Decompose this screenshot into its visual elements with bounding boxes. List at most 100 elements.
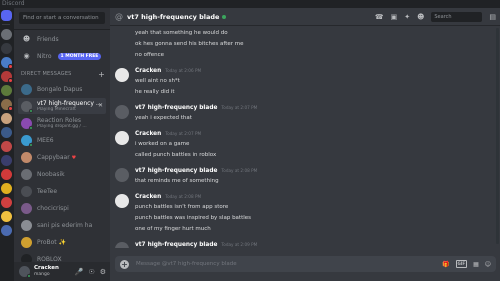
message-author[interactable]: Cracken [135, 131, 161, 137]
headphones-icon[interactable]: ☉ [88, 268, 94, 276]
author-avatar[interactable] [115, 131, 129, 145]
video-call-icon[interactable]: ▣ [391, 13, 398, 21]
dm-item[interactable]: vt7 high-frequency bla...Playing Minecra… [18, 98, 106, 114]
user-avatar[interactable] [19, 266, 31, 278]
username: Cracken [34, 265, 59, 271]
dm-name: Bongalo Dapus [37, 85, 83, 93]
dm-text: MEE6 [37, 137, 54, 144]
avatar [21, 185, 32, 197]
server-icon[interactable] [1, 155, 12, 166]
settings-gear-icon[interactable]: ⚙ [100, 268, 106, 276]
chat-header: @ vt7 high-frequency blade ☎ ▣ ✦ ☻ Searc… [110, 8, 500, 26]
server-icon[interactable] [1, 183, 12, 194]
dm-text: Bongalo Dapus [37, 86, 82, 93]
author-avatar[interactable] [115, 68, 129, 82]
server-icon[interactable] [1, 85, 12, 96]
close-icon[interactable]: ✕ [98, 102, 103, 109]
emoji-icon[interactable]: ☺ [485, 261, 491, 268]
avatar [21, 151, 32, 163]
message-text: ok hes gonna send his bitches after me [135, 41, 244, 47]
server-icon[interactable] [1, 43, 12, 54]
message-list: yeah that something he would do ok hes go… [110, 26, 500, 248]
window-title: Discord [2, 0, 25, 7]
window-titlebar: Discord [0, 0, 500, 8]
server-list-divider [2, 24, 10, 25]
mute-mic-icon[interactable]: 🎤 [75, 268, 84, 276]
message-text: i worked on a game [135, 141, 190, 147]
friends-label: Friends [37, 36, 59, 43]
message-composer[interactable]: + Message @vt7 high-frequency blade 🎁 GI… [115, 256, 496, 272]
at-mention-icon: @ [115, 12, 123, 21]
dm-item[interactable]: ProBot ✨ [18, 234, 106, 250]
pin-icon[interactable]: ✦ [404, 13, 410, 21]
server-icon[interactable] [1, 225, 12, 236]
message-author[interactable]: vt7 high-frequency blade [135, 105, 217, 111]
message-text: well aint no sh*t [135, 78, 180, 84]
channel-title: vt7 high-frequency blade [127, 12, 220, 21]
search-input[interactable]: Search [431, 11, 483, 22]
sticker-icon[interactable]: ▦ [473, 261, 479, 268]
dm-item[interactable]: sani pis ederim ha [18, 217, 106, 233]
author-avatar[interactable] [115, 194, 129, 208]
nitro-label: Nitro [37, 53, 52, 60]
discord-app: Discord Find or start a conversation ☻ F… [0, 0, 500, 281]
user-info[interactable]: Cracken mango [34, 265, 59, 278]
dm-item[interactable]: Reaction Roles Playing dropint.gg ∕ ... [18, 115, 106, 131]
author-avatar[interactable] [115, 242, 129, 248]
add-friend-icon[interactable]: ☻ [417, 13, 424, 21]
message-header: vt7 high-frequency blade Today at 2:07 PM [135, 105, 257, 111]
server-icon[interactable] [1, 127, 12, 138]
find-conversation-input[interactable]: Find or start a conversation [19, 12, 105, 24]
dm-item[interactable]: TeeTee [18, 183, 106, 199]
gif-icon[interactable]: GIF [455, 260, 468, 268]
discord-home-icon[interactable] [1, 10, 12, 21]
server-icon[interactable] [1, 57, 13, 69]
message-timestamp: Today at 2:07 PM [221, 105, 258, 110]
message-input[interactable]: Message @vt7 high-frequency blade [136, 261, 237, 267]
dm-activity: Playing dropint.gg ∕ ... [37, 124, 87, 129]
dm-text: ProBot ✨ [37, 239, 66, 246]
dm-name: chocicrispi [37, 204, 69, 212]
dm-item[interactable]: chocicrispi [18, 200, 106, 216]
dm-item[interactable]: Noobasik [18, 166, 106, 182]
avatar [21, 134, 33, 147]
gift-icon[interactable]: 🎁 [442, 261, 449, 268]
message-header: Cracken Today at 2:08 PM [135, 194, 201, 200]
dm-name: sani pis ederim ha [37, 221, 93, 229]
scrollbar[interactable] [496, 28, 499, 244]
server-icon[interactable] [1, 141, 12, 152]
dm-item[interactable]: Bongalo Dapus [18, 81, 106, 97]
message-author[interactable]: Cracken [135, 68, 161, 74]
friends-icon: ☻ [22, 35, 31, 43]
server-icon[interactable] [1, 99, 13, 111]
message-timestamp: Today at 2:06 PM [165, 68, 202, 73]
nitro-nav-item[interactable]: ◉ Nitro 1 MONTH FREE [18, 49, 106, 64]
message-header: Cracken Today at 2:07 PM [135, 131, 201, 137]
message-author[interactable]: vt7 high-frequency blade [135, 168, 217, 174]
server-icon[interactable] [1, 29, 12, 40]
dm-name: TeeTee [37, 187, 58, 195]
message-author[interactable]: Cracken [135, 194, 161, 200]
message-author[interactable]: vt7 high-frequency blade [135, 242, 217, 248]
author-avatar[interactable] [115, 168, 129, 182]
header-toolbar: ☎ ▣ ✦ ☻ Search ▤ [375, 11, 500, 22]
friends-nav-item[interactable]: ☻ Friends [18, 32, 106, 47]
author-avatar[interactable] [115, 105, 129, 119]
server-icon[interactable] [1, 211, 12, 222]
dm-item[interactable]: MEE6 [18, 132, 106, 148]
server-icon[interactable] [1, 113, 12, 124]
message-timestamp: Today at 2:09 PM [221, 242, 258, 247]
avatar [21, 83, 32, 95]
inbox-icon[interactable]: ▤ [489, 13, 496, 21]
notification-badge [8, 64, 13, 69]
server-icon[interactable] [1, 71, 13, 83]
server-icon[interactable] [1, 169, 12, 180]
attach-plus-icon[interactable]: + [120, 259, 129, 269]
dm-text: chocicrispi [37, 205, 69, 212]
create-dm-plus-icon[interactable]: + [98, 70, 105, 79]
dm-item[interactable]: Cappybaar ♥ [18, 149, 106, 165]
online-status-icon [29, 125, 33, 130]
voice-call-icon[interactable]: ☎ [375, 13, 384, 21]
dm-sidebar: Find or start a conversation ☻ Friends ◉… [14, 8, 110, 281]
server-icon[interactable] [1, 197, 12, 208]
